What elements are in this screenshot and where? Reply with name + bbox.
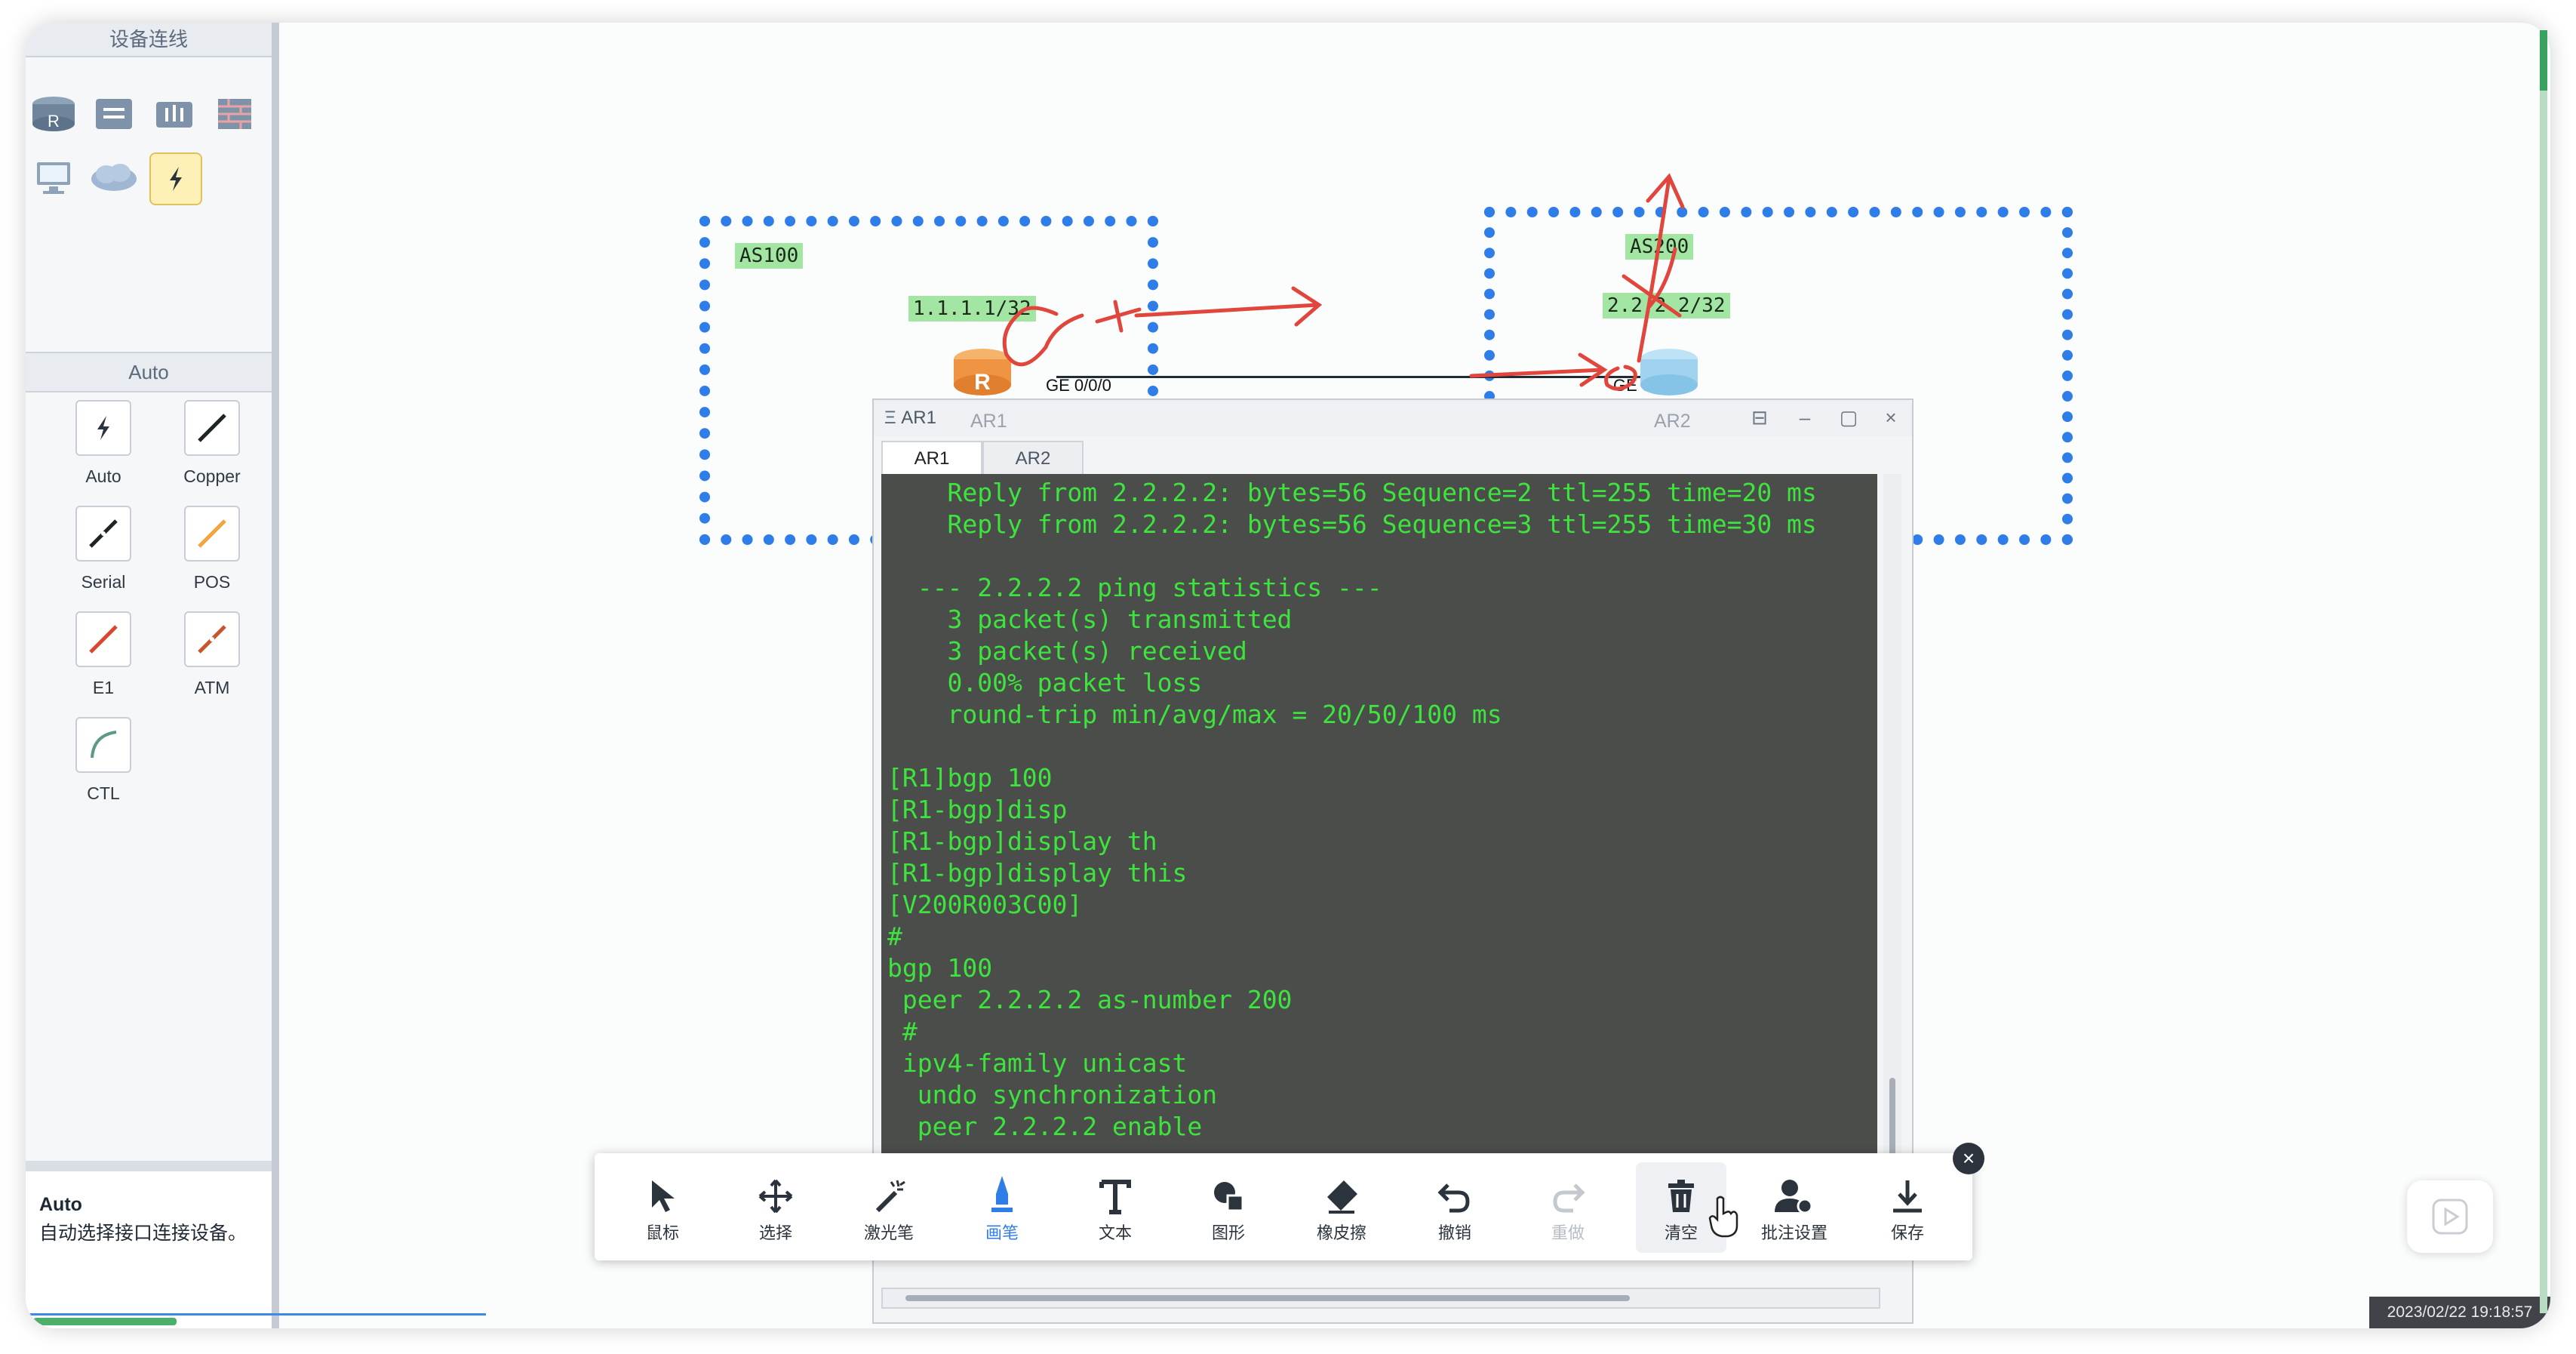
tool-select-label: 选择 [758, 1223, 792, 1242]
tool-save-label: 保存 [1890, 1223, 1924, 1242]
timestamp: 2023/02/22 19:18:57 [2369, 1297, 2550, 1328]
scroll-edge-indicator [2540, 30, 2547, 91]
tool-undo[interactable]: 撤销 [1409, 1162, 1500, 1253]
move-icon [758, 1179, 793, 1214]
tool-shapes-label: 图形 [1211, 1223, 1245, 1242]
play-icon [2432, 1199, 2468, 1235]
shapes-icon [1214, 1182, 1244, 1212]
tool-pen-label: 画笔 [985, 1223, 1019, 1242]
text-icon [1099, 1180, 1131, 1214]
trash-icon [1668, 1180, 1694, 1212]
tool-laser[interactable]: 激光笔 [844, 1162, 934, 1253]
app-frame: AS100 AS200 1.1.1.1/32 2.2.2.2/32 GE 0/0… [26, 23, 2550, 1328]
scroll-edge [2540, 30, 2547, 1313]
tool-pen[interactable]: 画笔 [957, 1162, 1047, 1253]
tool-annotation-settings-label: 批注设置 [1760, 1223, 1827, 1242]
play-button[interactable] [2407, 1180, 2493, 1253]
undo-icon [1437, 1183, 1470, 1213]
tool-select[interactable]: 选择 [730, 1162, 821, 1253]
tool-undo-label: 撤销 [1437, 1223, 1471, 1242]
tool-eraser[interactable]: 橡皮擦 [1296, 1162, 1387, 1253]
eraser-icon [1327, 1180, 1357, 1214]
hand-cursor-icon [1708, 1196, 1738, 1238]
toolbar-close-icon[interactable]: × [1953, 1143, 1984, 1174]
tool-redo[interactable]: 重做 [1523, 1162, 1613, 1253]
tool-pointer-label: 鼠标 [645, 1223, 679, 1242]
tool-laser-label: 激光笔 [863, 1223, 914, 1242]
pointer-icon [652, 1180, 675, 1212]
tool-annotation-settings[interactable]: 批注设置 [1749, 1162, 1840, 1253]
laser-pointer-icon [875, 1180, 905, 1213]
tool-redo-label: 重做 [1551, 1223, 1585, 1242]
tool-text[interactable]: 文本 [1070, 1162, 1160, 1253]
tool-text-label: 文本 [1098, 1223, 1132, 1242]
annotation-drawings [1002, 173, 1685, 391]
user-settings-icon [1775, 1180, 1813, 1214]
tool-pointer[interactable]: 鼠标 [617, 1162, 708, 1253]
pen-icon [991, 1176, 1013, 1212]
download-icon [1893, 1180, 1922, 1213]
redo-icon [1553, 1183, 1585, 1213]
tool-save[interactable]: 保存 [1862, 1162, 1953, 1253]
annotation-toolbar: 鼠标 选择 激光笔 画笔 文本 图形 橡皮擦 撤销 重做 清空 批注设置 保存 … [595, 1143, 1984, 1260]
tool-shapes[interactable]: 图形 [1183, 1162, 1274, 1253]
tool-eraser-label: 橡皮擦 [1316, 1223, 1366, 1242]
